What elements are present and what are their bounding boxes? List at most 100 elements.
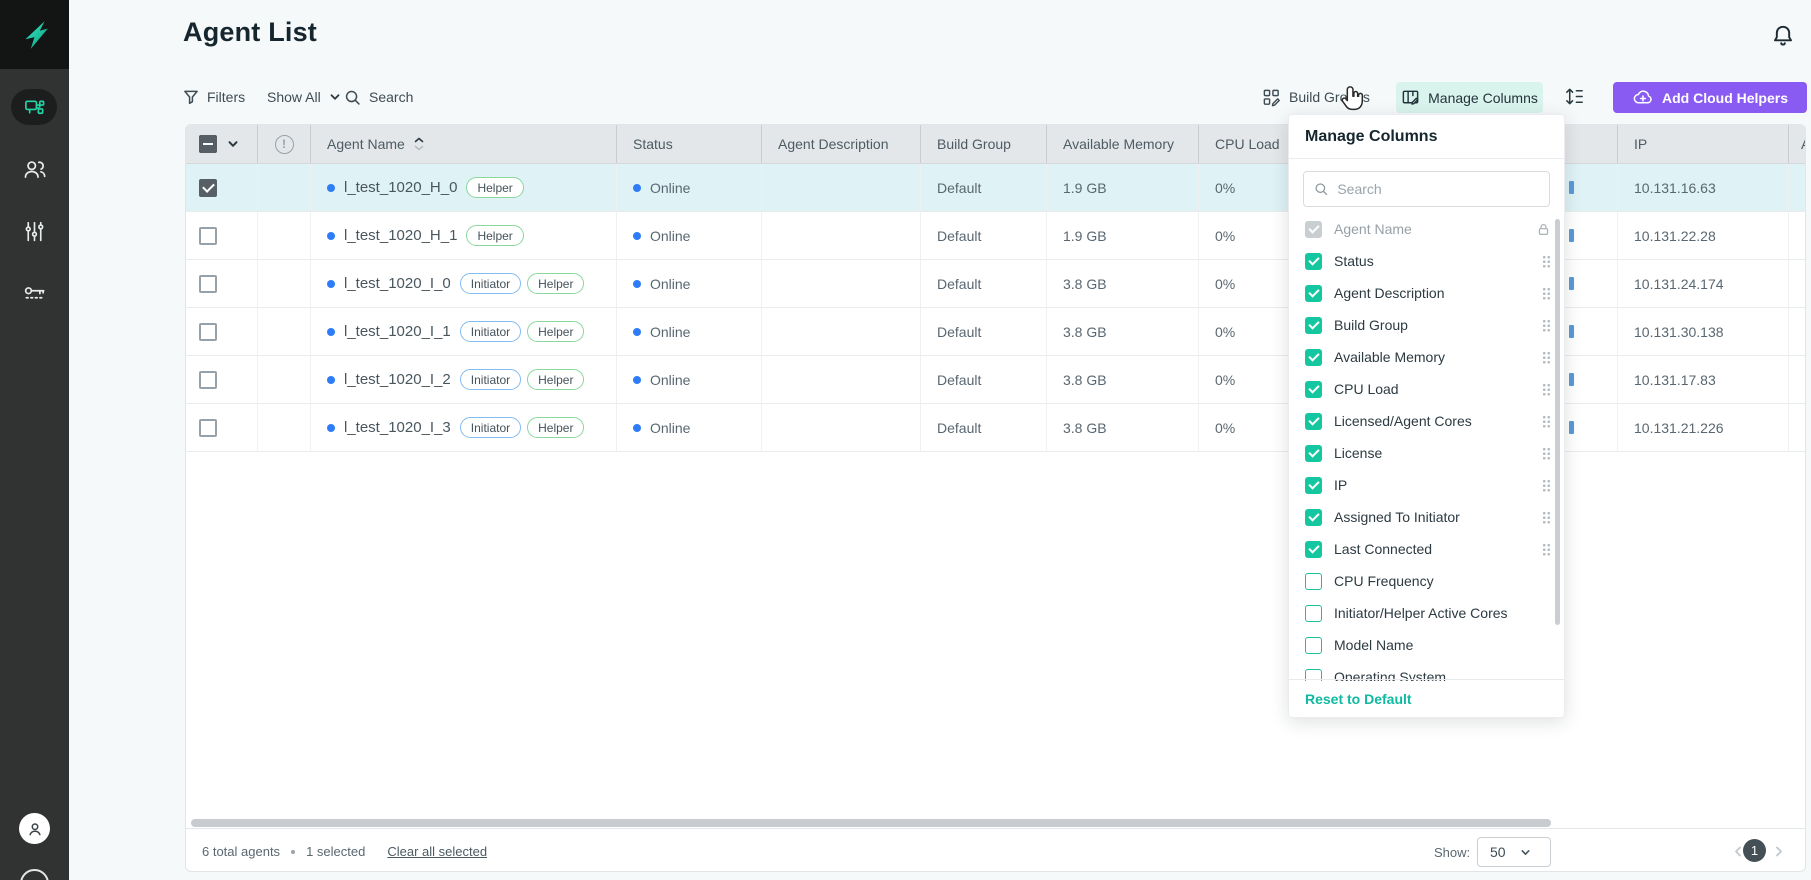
chevron-down-icon xyxy=(329,91,341,103)
column-header-assigned-to-initiator[interactable]: Assigned To Initiator xyxy=(1789,125,1806,163)
initiator-badge: Initiator xyxy=(460,417,521,438)
sidebar-item-agents[interactable] xyxy=(11,89,57,125)
column-toggle-ip[interactable]: IP xyxy=(1289,469,1564,501)
checkbox-checked-icon[interactable] xyxy=(1305,285,1322,302)
status-text: Online xyxy=(650,324,690,340)
sidebar-bottom-item[interactable] xyxy=(20,869,49,880)
panel-scrollbar[interactable] xyxy=(1555,219,1560,625)
page-title: Agent List xyxy=(183,17,317,48)
checkbox-unchecked-icon[interactable] xyxy=(1305,637,1322,654)
drag-handle-icon[interactable] xyxy=(1542,383,1550,396)
checkbox-checked-icon[interactable] xyxy=(1305,253,1322,270)
filters-label: Filters xyxy=(207,89,245,105)
status-dot-icon xyxy=(633,328,641,336)
column-toggle-build-group[interactable]: Build Group xyxy=(1289,309,1564,341)
search-button[interactable]: Search xyxy=(344,86,413,108)
checkbox-checked-icon[interactable] xyxy=(1305,413,1322,430)
agent-name: l_test_1020_I_2 xyxy=(344,371,451,388)
app-logo[interactable] xyxy=(0,0,69,69)
page-size-select[interactable]: 50 xyxy=(1477,837,1551,867)
agent-description-cell xyxy=(762,260,921,307)
agent-dot-icon xyxy=(327,376,335,384)
checkbox-checked-icon[interactable] xyxy=(1305,477,1322,494)
column-toggle-operating-system[interactable]: Operating System xyxy=(1289,661,1564,681)
funnel-icon xyxy=(183,89,199,105)
checkbox-checked-icon[interactable] xyxy=(1305,541,1322,558)
row-checkbox[interactable] xyxy=(199,179,217,197)
notifications-bell-icon[interactable] xyxy=(1770,23,1796,49)
checkbox-checked-icon[interactable] xyxy=(1305,317,1322,334)
page-number[interactable]: 1 xyxy=(1743,839,1766,862)
column-header-agent-description[interactable]: Agent Description xyxy=(762,125,921,163)
reset-to-default-link[interactable]: Reset to Default xyxy=(1305,691,1412,707)
manage-columns-button[interactable]: Manage Columns xyxy=(1396,82,1543,113)
drag-handle-icon[interactable] xyxy=(1542,543,1550,556)
search-label: Search xyxy=(369,89,413,105)
column-header-available-memory[interactable]: Available Memory xyxy=(1047,125,1199,163)
sidebar-item-settings[interactable] xyxy=(0,219,69,244)
filters-button[interactable]: Filters xyxy=(183,86,245,108)
agent-name: l_test_1020_I_3 xyxy=(344,419,451,436)
page-next-button[interactable] xyxy=(1771,844,1786,859)
column-header-agent-name[interactable]: Agent Name xyxy=(311,125,617,163)
agent-dot-icon xyxy=(327,328,335,336)
drag-handle-icon[interactable] xyxy=(1542,511,1550,524)
drag-handle-icon[interactable] xyxy=(1542,255,1550,268)
assigned-cell xyxy=(1789,356,1806,403)
checkbox-checked-icon[interactable] xyxy=(1305,509,1322,526)
row-checkbox[interactable] xyxy=(199,275,217,293)
drag-handle-icon[interactable] xyxy=(1542,415,1550,428)
column-toggle-last-connected[interactable]: Last Connected xyxy=(1289,533,1564,565)
drag-handle-icon[interactable] xyxy=(1542,319,1550,332)
user-avatar[interactable] xyxy=(19,813,50,844)
select-all-checkbox[interactable] xyxy=(199,135,217,153)
drag-handle-icon[interactable] xyxy=(1542,447,1550,460)
assigned-cell xyxy=(1789,212,1806,259)
build-groups-button[interactable]: Build Groups xyxy=(1262,86,1370,108)
checkbox-checked-icon[interactable] xyxy=(1305,349,1322,366)
row-checkbox[interactable] xyxy=(199,323,217,341)
column-toggle-license[interactable]: License xyxy=(1289,437,1564,469)
sidebar-item-license[interactable] xyxy=(0,281,69,307)
row-checkbox[interactable] xyxy=(199,419,217,437)
checkbox-checked-icon[interactable] xyxy=(1305,445,1322,462)
column-search-input[interactable] xyxy=(1337,181,1539,197)
helper-badge: Helper xyxy=(527,417,584,438)
column-toggle-licensed-agent-cores[interactable]: Licensed/Agent Cores xyxy=(1289,405,1564,437)
column-header-build-group[interactable]: Build Group xyxy=(921,125,1047,163)
row-checkbox[interactable] xyxy=(199,371,217,389)
initiator-badge: Initiator xyxy=(460,369,521,390)
horizontal-scrollbar[interactable] xyxy=(191,819,1551,827)
sidebar-item-users[interactable] xyxy=(0,156,69,182)
ip-cell: 10.131.22.28 xyxy=(1618,212,1789,259)
show-all-dropdown[interactable]: Show All xyxy=(267,86,341,108)
add-cloud-helpers-button[interactable]: Add Cloud Helpers xyxy=(1613,82,1807,113)
column-toggle-model-name[interactable]: Model Name xyxy=(1289,629,1564,661)
drag-handle-icon[interactable] xyxy=(1542,479,1550,492)
drag-handle-icon[interactable] xyxy=(1542,351,1550,364)
license-text-fragment xyxy=(1569,229,1574,242)
column-toggle-cpu-frequency[interactable]: CPU Frequency xyxy=(1289,565,1564,597)
row-density-button[interactable] xyxy=(1564,86,1585,107)
sort-icon[interactable] xyxy=(414,137,424,151)
column-header-ip[interactable]: IP xyxy=(1618,125,1789,163)
column-toggle-agent-description[interactable]: Agent Description xyxy=(1289,277,1564,309)
select-menu-chevron-icon[interactable] xyxy=(227,138,239,150)
column-toggle-status[interactable]: Status xyxy=(1289,245,1564,277)
checkbox-unchecked-icon[interactable] xyxy=(1305,573,1322,590)
checkbox-checked-icon[interactable] xyxy=(1305,381,1322,398)
checkbox-unchecked-icon[interactable] xyxy=(1305,605,1322,622)
drag-handle-icon[interactable] xyxy=(1542,287,1550,300)
agent-description-cell xyxy=(762,308,921,355)
column-toggle-cpu-load[interactable]: CPU Load xyxy=(1289,373,1564,405)
row-checkbox[interactable] xyxy=(199,227,217,245)
column-toggle-initiator-helper-active-cores[interactable]: Initiator/Helper Active Cores xyxy=(1289,597,1564,629)
status-dot-icon xyxy=(633,280,641,288)
clear-all-selected-link[interactable]: Clear all selected xyxy=(387,844,487,859)
column-toggle-available-memory[interactable]: Available Memory xyxy=(1289,341,1564,373)
column-toggle-assigned-to-initiator[interactable]: Assigned To Initiator xyxy=(1289,501,1564,533)
column-header-status[interactable]: Status xyxy=(617,125,762,163)
settings-sliders-icon xyxy=(22,219,47,244)
ip-cell: 10.131.30.138 xyxy=(1618,308,1789,355)
column-search-box[interactable] xyxy=(1303,171,1550,207)
